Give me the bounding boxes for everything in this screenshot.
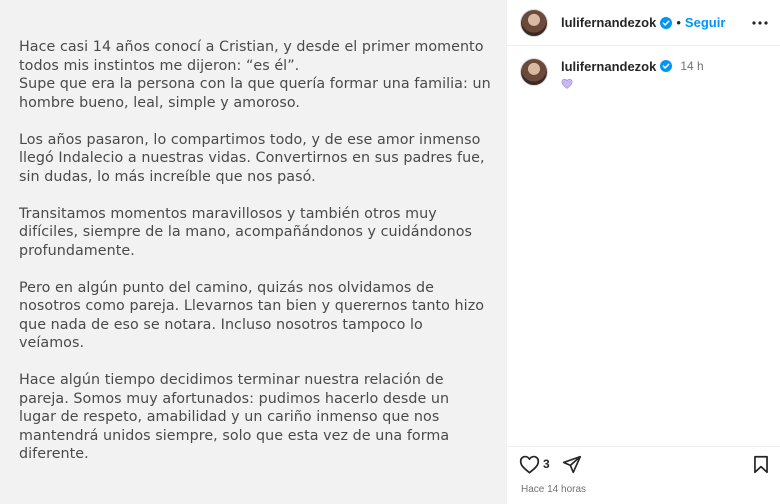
post-line: llegó Indalecio a nuestras vidas. Conver… [19,150,485,166]
post-image: Hace casi 14 años conocí a Cristian, y d… [0,0,506,504]
post-sidebar: lulifernandezok • Seguir lulifernandezok [506,0,780,504]
follow-button[interactable]: Seguir [685,15,725,30]
post-paragraph-5: Hace algún tiempo decidimos terminar nue… [19,371,491,464]
avatar[interactable] [520,8,548,37]
caption-body: lulifernandezok 14 h [561,58,704,89]
post-line: mantendrá unidos siempre, solo que esta … [19,427,450,444]
caption-avatar[interactable] [520,58,548,86]
more-options-icon [752,20,768,25]
verified-badge-icon [660,16,673,29]
actions-bar: 3 Hace 14 horas [507,446,780,504]
verified-badge-icon [660,60,673,72]
header-username[interactable]: lulifernandezok [561,15,656,30]
post-paragraph-3: Transitamos momentos maravillosos y tamb… [19,205,491,261]
separator-dot: • [676,15,681,30]
post-line: profundamente. [19,242,135,259]
post-line: Los años pasaron, lo compartimos todo, y… [19,131,481,148]
post-line: difíciles, siempre de la mano, acompañán… [19,224,473,240]
post-line: veíamos. [19,335,85,351]
post-line: Pero en algún punto del camino, quizás n… [19,279,434,296]
like-button[interactable] [519,455,540,474]
post-line: sin dudas, lo más increíble que nos pasó… [19,168,316,185]
heart-outline-icon [519,455,540,474]
post-header: lulifernandezok • Seguir [507,0,780,46]
post-line: Hace algún tiempo decidimos terminar nue… [19,372,444,388]
save-button[interactable] [753,455,769,474]
post-line: nosotros como pareja. Llevarnos tan bien… [19,298,485,314]
caption: lulifernandezok 14 h [507,46,780,89]
caption-top: lulifernandezok 14 h [561,58,704,74]
post-line: Supe que era la persona con la que querí… [19,76,491,92]
post-line: que nada de eso se notara. Incluso nosot… [19,316,423,333]
send-icon [562,455,581,473]
like-count[interactable]: 3 [543,457,550,471]
caption-time[interactable]: 14 h [680,59,703,73]
posted-ago[interactable]: Hace 14 horas [521,484,769,495]
post-line: Transitamos momentos maravillosos y tamb… [19,205,437,222]
post-line: diferente. [19,446,89,462]
post-text: Hace casi 14 años conocí a Cristian, y d… [19,38,491,482]
bookmark-icon [754,455,768,473]
post-line: Hace casi 14 años conocí a Cristian, y d… [19,39,484,55]
post-line: todos mis instintos me dijeron: “es él”. [19,57,300,74]
action-row: 3 [519,449,769,479]
more-options-button[interactable] [752,20,768,25]
post-line: hombre bueno, leal, simple y amoroso. [19,94,300,111]
post-paragraph-1: Hace casi 14 años conocí a Cristian, y d… [19,38,491,112]
share-button[interactable] [562,455,582,474]
post-paragraph-2: Los años pasaron, lo compartimos todo, y… [19,131,491,187]
post-line: pareja. Somos muy afortunados: pudimos h… [19,390,450,407]
caption-username[interactable]: lulifernandezok [561,59,656,74]
post-line: lugar de respeto, amabilidad y un cariño… [19,409,440,425]
purple-heart-icon [561,77,573,89]
post-paragraph-4: Pero en algún punto del camino, quizás n… [19,279,491,353]
